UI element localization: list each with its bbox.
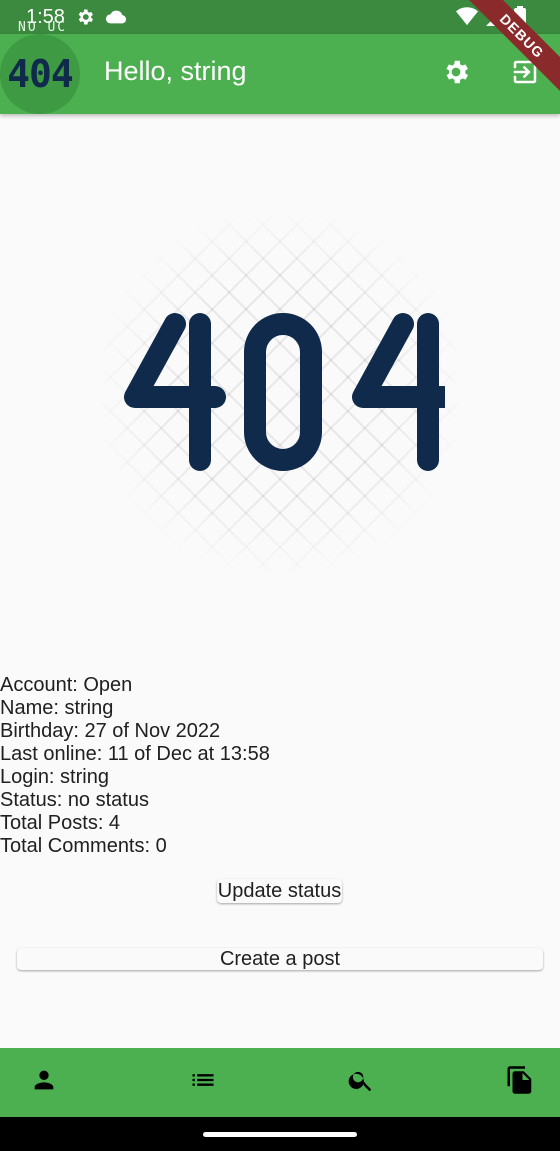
create-post-button[interactable]: Create a post [17, 948, 543, 970]
error-illustration [100, 212, 460, 572]
nav-documents[interactable] [498, 1061, 542, 1105]
nav-search[interactable] [339, 1061, 383, 1105]
bottom-navigation [0, 1048, 560, 1117]
settings-button[interactable] [436, 54, 476, 94]
profile-info: Account: Open Name: string Birthday: 27 … [0, 674, 270, 858]
nav-list[interactable] [181, 1061, 225, 1105]
wifi-icon [456, 6, 478, 32]
nav-profile[interactable] [22, 1061, 66, 1105]
total-comments-text: Total Comments: 0 [0, 835, 167, 857]
documents-icon [505, 1065, 535, 1100]
person-icon [30, 1066, 58, 1099]
account-text: Account: Open [0, 674, 133, 696]
last-online-text: Last online: 11 of Dec at 13:58 [0, 743, 270, 765]
app-bar: 404 NO UC Hello, string [0, 20, 560, 114]
login-text: Login: string [0, 766, 109, 788]
list-icon [189, 1066, 217, 1099]
gesture-bar [0, 1117, 560, 1151]
gear-icon [441, 57, 471, 92]
cloud-icon [105, 9, 127, 25]
avatar-text: 404 [7, 52, 74, 96]
error-404-image [124, 313, 445, 471]
avatar[interactable]: 404 [0, 34, 80, 114]
avatar-caption: NO UC [18, 20, 68, 35]
update-status-button[interactable]: Update status [217, 879, 342, 903]
status-text: Status: no status [0, 789, 149, 811]
birthday-text: Birthday: 27 of Nov 2022 [0, 720, 221, 742]
total-posts-text: Total Posts: 4 [0, 812, 121, 834]
home-gesture-handle[interactable] [203, 1132, 357, 1137]
settings-icon [75, 7, 95, 27]
search-icon [347, 1066, 375, 1099]
page-title: Hello, string [104, 56, 247, 86]
name-text: Name: string [0, 697, 114, 719]
